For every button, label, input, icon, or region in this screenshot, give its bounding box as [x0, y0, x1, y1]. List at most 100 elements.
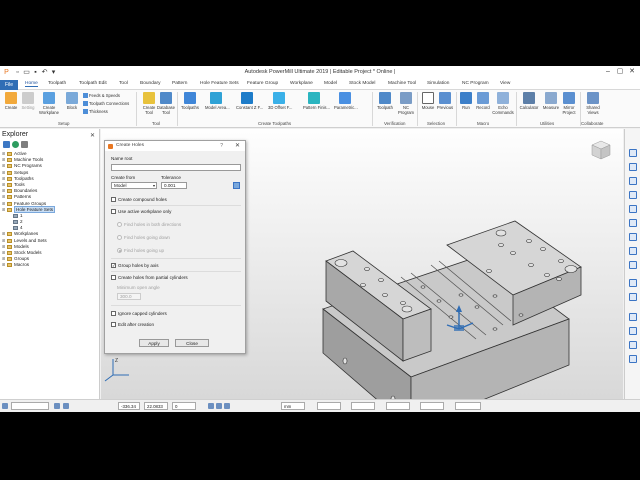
- measure-view-icon[interactable]: [629, 355, 637, 363]
- group-macro: Macro: [477, 121, 490, 126]
- database-tool-button[interactable]: Database Tool: [155, 92, 177, 115]
- status-field-5[interactable]: [455, 402, 481, 410]
- tool-display-icon[interactable]: [629, 313, 637, 321]
- tab-toolpath-edit[interactable]: Toolpath Edit: [79, 81, 107, 86]
- view-iso-icon[interactable]: [629, 149, 637, 157]
- close-icon[interactable]: ✕: [626, 67, 638, 75]
- status-info-icon[interactable]: [54, 403, 60, 409]
- maximize-icon[interactable]: ▢: [614, 67, 626, 75]
- status-field-2[interactable]: [351, 402, 375, 410]
- compound-holes-checkbox[interactable]: [111, 197, 116, 202]
- tolerance-input[interactable]: 0.001: [161, 182, 187, 189]
- wireframe-icon[interactable]: [629, 293, 637, 301]
- dialog-close-icon[interactable]: ✕: [235, 141, 240, 151]
- toolpaths-button[interactable]: Toolpaths: [179, 92, 201, 110]
- mirror-project-button[interactable]: Mirror Project: [558, 92, 580, 115]
- status-grid-icon[interactable]: [224, 403, 230, 409]
- shaded-icon[interactable]: [629, 279, 637, 287]
- tab-hole-feature-sets[interactable]: Hole Feature Sets: [200, 81, 239, 86]
- explorer-tree: ⊞ Active ⊞ Machine Tools ⊞ NC Programs ⊞ Setups…: [2, 151, 98, 269]
- feeds-speeds-button[interactable]: Feeds & Speeds: [83, 93, 120, 99]
- status-field-4[interactable]: [420, 402, 444, 410]
- tab-feature-group[interactable]: Feature Group: [247, 81, 278, 86]
- pick-tolerance-icon[interactable]: [233, 182, 240, 189]
- explorer-delete-icon[interactable]: [21, 141, 28, 148]
- apply-button[interactable]: Apply: [139, 339, 169, 347]
- min-open-angle-input[interactable]: 300.0: [117, 293, 141, 300]
- view-cube-icon[interactable]: [590, 139, 612, 161]
- pan-icon[interactable]: [629, 261, 637, 269]
- group-collaborate: Collaborate: [581, 121, 604, 126]
- tab-view[interactable]: View: [500, 81, 510, 86]
- verify-toolpath-button[interactable]: Toolpath: [374, 92, 396, 110]
- ribbon: Create Setting Create Workplane Block Fe…: [0, 90, 640, 128]
- tab-nc-program[interactable]: NC Program: [462, 81, 489, 86]
- tree-item-label: Models: [14, 243, 29, 249]
- tab-model[interactable]: Model: [324, 81, 337, 86]
- explorer-close-icon[interactable]: ✕: [90, 132, 95, 139]
- tab-machine-tool[interactable]: Machine Tool: [388, 81, 416, 86]
- zoom-fit-icon[interactable]: [629, 233, 637, 241]
- tab-simulation[interactable]: Simulation: [427, 81, 449, 86]
- edit-after-checkbox[interactable]: [111, 322, 116, 327]
- status-select[interactable]: [11, 402, 49, 410]
- rotate-icon[interactable]: [629, 247, 637, 255]
- model-area-button[interactable]: Model Area...: [205, 92, 230, 110]
- previous-button[interactable]: Previous: [434, 92, 456, 110]
- find-down-radio[interactable]: [117, 235, 122, 240]
- find-both-radio[interactable]: [117, 222, 122, 227]
- tab-tool[interactable]: Tool: [119, 81, 128, 86]
- status-tool-icon[interactable]: [216, 403, 222, 409]
- create-workplane-button[interactable]: Create Workplane: [38, 92, 60, 115]
- select-icon[interactable]: [629, 341, 637, 349]
- status-field-1[interactable]: [317, 402, 341, 410]
- constant-z-button[interactable]: Constant Z F...: [236, 92, 263, 110]
- units-select[interactable]: mm: [281, 402, 305, 410]
- echo-commands-button[interactable]: Echo Commands: [492, 92, 514, 115]
- tab-workplane[interactable]: Workplane: [290, 81, 313, 86]
- explorer-refresh-icon[interactable]: [12, 141, 19, 148]
- expand-icon[interactable]: ⊞: [2, 262, 5, 268]
- find-up-radio[interactable]: [117, 248, 122, 253]
- setting-button[interactable]: Setting: [17, 92, 39, 110]
- view-front-icon[interactable]: [629, 177, 637, 185]
- tab-boundary[interactable]: Boundary: [140, 81, 161, 86]
- close-button[interactable]: Close: [175, 339, 209, 347]
- shared-views-button[interactable]: Shared Views: [582, 92, 604, 115]
- 3d-offset-button[interactable]: 3D Offset F...: [268, 92, 292, 110]
- parametric-button[interactable]: Parametric...: [334, 92, 358, 110]
- tree-item[interactable]: ⊞ Macros: [2, 262, 98, 268]
- active-workplane-checkbox[interactable]: [111, 209, 116, 214]
- block-button[interactable]: Block: [61, 92, 83, 110]
- partial-cylinders-checkbox[interactable]: [111, 275, 116, 280]
- status-workplane-icon[interactable]: [208, 403, 214, 409]
- pattern-finishing-button[interactable]: Pattern Finis...: [303, 92, 330, 110]
- minimize-icon[interactable]: –: [602, 68, 614, 75]
- tab-toolpath[interactable]: Toolpath: [48, 81, 66, 86]
- thickness-button[interactable]: Thickness: [83, 109, 108, 115]
- record-macro-button[interactable]: Record: [472, 92, 494, 110]
- explorer-home-icon[interactable]: [3, 141, 10, 148]
- help-icon[interactable]: ?: [220, 141, 223, 151]
- status-arrow-icon[interactable]: [2, 403, 8, 409]
- tab-stock-model[interactable]: Stock Model: [349, 81, 375, 86]
- status-field-3[interactable]: [386, 402, 410, 410]
- view-top-icon[interactable]: [629, 163, 637, 171]
- block-display-icon[interactable]: [629, 327, 637, 335]
- status-info-icon-2[interactable]: [63, 403, 69, 409]
- folder-icon: [7, 251, 12, 255]
- find-both-label: Find holes in both directions: [124, 222, 182, 227]
- nc-program-verify-button[interactable]: NC Program: [395, 92, 417, 115]
- view-back-icon[interactable]: [629, 205, 637, 213]
- tab-file[interactable]: File: [0, 80, 18, 90]
- calculator-button[interactable]: Calculator: [518, 92, 540, 110]
- tab-pattern[interactable]: Pattern: [172, 81, 187, 86]
- view-side-icon[interactable]: [629, 191, 637, 199]
- create-from-select[interactable]: Model ▾: [111, 182, 157, 189]
- toolpath-connections-button[interactable]: Toolpath Connections: [83, 101, 129, 107]
- tab-home[interactable]: Home: [25, 81, 38, 87]
- group-by-axis-checkbox[interactable]: ✓: [111, 263, 116, 268]
- zoom-icon[interactable]: [629, 219, 637, 227]
- ignore-capped-checkbox[interactable]: [111, 311, 116, 316]
- name-root-input[interactable]: [111, 164, 241, 171]
